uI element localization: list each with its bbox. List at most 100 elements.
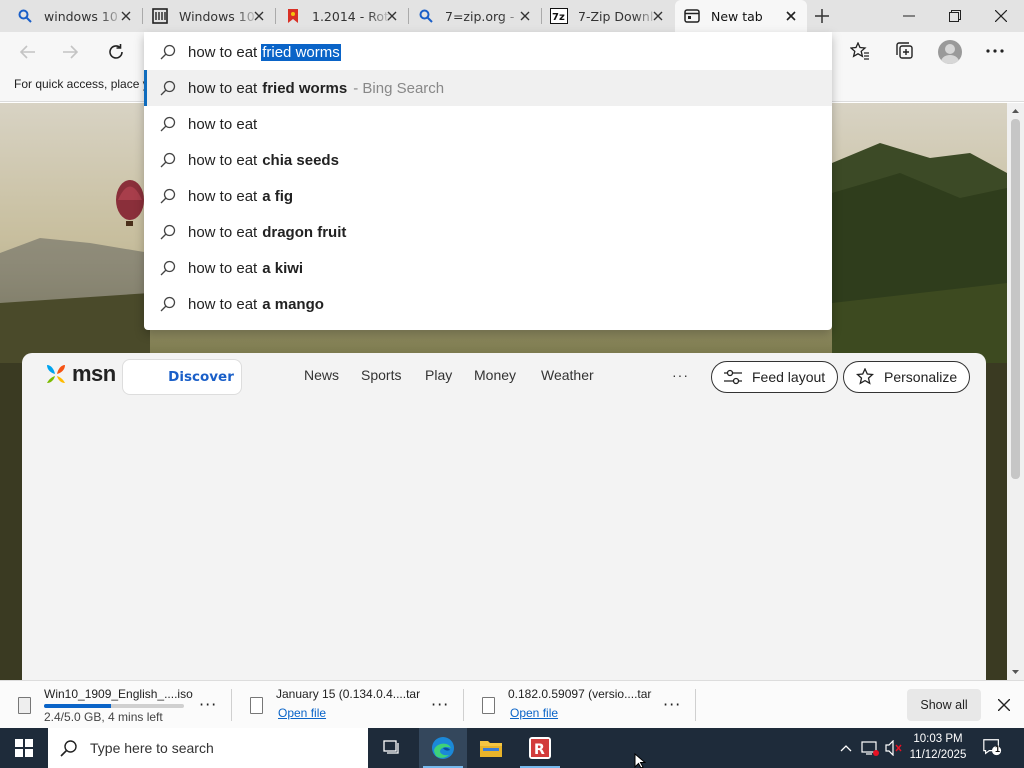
scrollbar-thumb[interactable] — [1011, 119, 1020, 479]
suggestion-item[interactable]: how to eat a kiwi — [144, 250, 832, 286]
download-more-button[interactable]: ··· — [431, 695, 449, 714]
page-scrollbar[interactable] — [1007, 103, 1024, 680]
restore-button[interactable] — [932, 0, 978, 32]
show-all-downloads-button[interactable]: Show all — [907, 689, 981, 721]
close-icon[interactable] — [384, 8, 400, 24]
plus-icon — [815, 9, 829, 23]
scroll-up-icon — [1012, 109, 1019, 113]
nav-weather[interactable]: Weather — [541, 367, 594, 383]
restore-icon — [949, 10, 961, 22]
roblox-studio-icon: R — [529, 737, 551, 759]
close-icon[interactable] — [118, 8, 134, 24]
nav-sports[interactable]: Sports — [361, 367, 401, 383]
tab-new-tab[interactable]: New tab — [675, 0, 807, 32]
suggestion-item[interactable]: how to eat a fig — [144, 178, 832, 214]
download-more-button[interactable]: ··· — [199, 695, 217, 714]
suggestion-completion: a kiwi — [262, 259, 304, 277]
suggestion-completion: chia seeds — [262, 151, 339, 169]
discover-tab[interactable]: Discover — [122, 359, 242, 395]
suggestion-item[interactable]: how to eat dragon fruit — [144, 214, 832, 250]
personalize-button[interactable]: Personalize — [843, 361, 971, 393]
nav-money[interactable]: Money — [474, 367, 516, 383]
new-tab-button[interactable] — [812, 6, 832, 26]
nav-more-button[interactable]: ··· — [672, 367, 689, 383]
suggestion-item[interactable]: how to eat — [144, 106, 832, 142]
search-icon — [417, 7, 435, 25]
suggestion-item[interactable]: how to eat a mango — [144, 286, 832, 322]
tab-label: windows 10 — [44, 8, 118, 24]
download-status: 2.4/5.0 GB, 4 mins left — [44, 710, 163, 724]
msn-logo-text: msn — [72, 361, 116, 386]
tab-windows-10-library[interactable]: Windows 10 — [143, 0, 275, 32]
back-button[interactable] — [14, 38, 42, 66]
suggestion-prefix: how to eat — [188, 223, 258, 241]
address-input-autocomplete[interactable]: fried worms — [261, 43, 341, 61]
more-dots-icon — [986, 49, 1004, 53]
feed-layout-button[interactable]: Feed layout — [711, 361, 839, 393]
close-window-button[interactable] — [978, 0, 1024, 32]
address-bar[interactable]: how to eat fried worms — [144, 34, 832, 70]
taskbar-roblox-studio[interactable]: R — [516, 728, 564, 768]
taskbar-clock[interactable]: 10:03 PM 11/12/2025 — [902, 731, 974, 763]
settings-more-button[interactable] — [983, 39, 1007, 63]
close-icon[interactable] — [251, 8, 267, 24]
network-icon[interactable] — [860, 738, 880, 758]
taskbar-search-placeholder: Type here to search — [90, 740, 214, 756]
download-item[interactable]: Win10_1909_English_....iso 2.4/5.0 GB, 4… — [0, 681, 230, 729]
tab-label: 1.2014 - Rot — [312, 8, 389, 24]
start-button[interactable] — [0, 728, 48, 768]
file-icon — [250, 697, 263, 714]
taskbar-search-box[interactable]: Type here to search — [48, 728, 368, 768]
refresh-button[interactable] — [102, 38, 130, 66]
download-filename: Win10_1909_English_....iso — [44, 687, 193, 701]
minimize-icon — [903, 15, 915, 17]
close-icon[interactable] — [783, 8, 799, 24]
download-more-button[interactable]: ··· — [663, 695, 681, 714]
7zip-icon: 7z — [550, 7, 568, 25]
download-item[interactable]: 0.182.0.59097 (versio....tar Open file ·… — [464, 681, 694, 729]
close-icon[interactable] — [517, 8, 533, 24]
suggestion-source: - Bing Search — [353, 79, 445, 97]
download-item[interactable]: January 15 (0.134.0.4....tar Open file ·… — [232, 681, 462, 729]
favorites-button[interactable] — [848, 39, 872, 63]
address-input-typed[interactable]: how to eat — [188, 44, 257, 61]
tab-rot[interactable]: 1.2014 - Rot — [276, 0, 408, 32]
taskbar-edge[interactable] — [419, 728, 467, 768]
clock-time: 10:03 PM — [913, 733, 963, 745]
tab-7zip-search[interactable]: 7=zip.org - — [409, 0, 541, 32]
suggestion-item[interactable]: how to eat fried worms - Bing Search — [144, 70, 832, 106]
suggestion-completion: dragon fruit — [262, 223, 347, 241]
task-view-button[interactable] — [368, 728, 416, 768]
mouse-cursor-icon — [634, 753, 646, 768]
collections-button[interactable] — [893, 39, 917, 63]
suggestion-prefix: how to eat — [188, 115, 258, 133]
tab-windows-10-search[interactable]: windows 10 — [8, 0, 142, 32]
file-icon — [18, 697, 31, 714]
msn-butterfly-icon — [47, 365, 65, 383]
collections-icon — [896, 42, 913, 59]
nav-news[interactable]: News — [304, 367, 339, 383]
forward-button[interactable] — [56, 38, 84, 66]
downloads-bar: Win10_1909_English_....iso 2.4/5.0 GB, 4… — [0, 680, 1024, 728]
volume-muted-icon[interactable] — [884, 738, 904, 758]
open-file-link[interactable]: Open file — [278, 706, 326, 720]
action-center-button[interactable]: 1 — [982, 737, 1002, 757]
close-icon[interactable] — [650, 8, 666, 24]
refresh-icon — [109, 44, 123, 59]
close-downloads-bar-button[interactable] — [994, 695, 1014, 715]
nav-play[interactable]: Play — [425, 367, 452, 383]
tray-show-hidden-icon[interactable] — [836, 738, 856, 758]
open-file-link[interactable]: Open file — [510, 706, 558, 720]
taskbar-file-explorer[interactable] — [467, 728, 515, 768]
profile-avatar[interactable] — [938, 40, 962, 64]
minimize-button[interactable] — [886, 0, 932, 32]
tab-7zip-download[interactable]: 7z 7-Zip Downl — [542, 0, 674, 32]
suggestion-prefix: how to eat — [188, 151, 258, 169]
suggestion-completion: a fig — [262, 187, 294, 205]
file-icon — [482, 697, 495, 714]
close-icon — [998, 699, 1010, 711]
red-bookmark-icon — [284, 7, 302, 25]
suggestion-item[interactable]: how to eat chia seeds — [144, 142, 832, 178]
msn-logo[interactable]: msn — [44, 361, 116, 387]
search-icon — [158, 150, 178, 170]
